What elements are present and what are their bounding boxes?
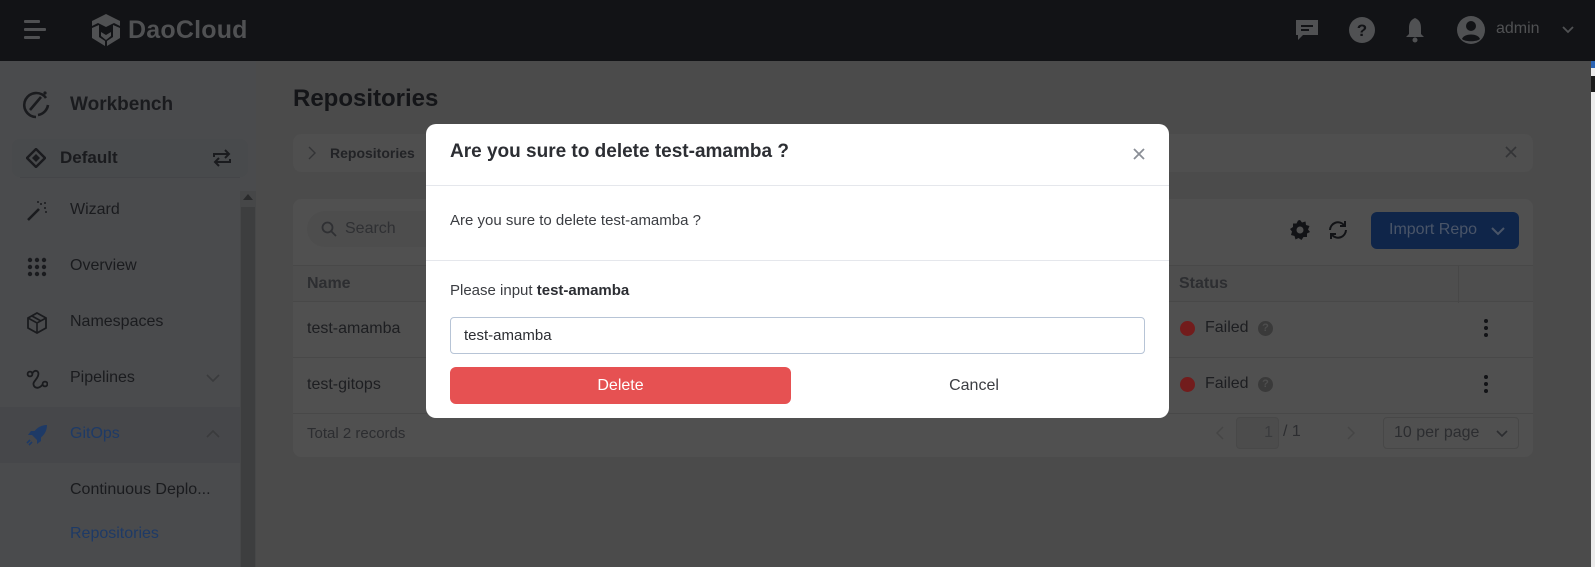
close-icon[interactable] xyxy=(1503,144,1519,160)
sidebar-subitem-repositories[interactable]: Repositories xyxy=(0,512,240,556)
chevron-down-icon xyxy=(206,374,220,383)
help-icon[interactable]: ? xyxy=(1258,321,1273,336)
sidebar-item-label: Repositories xyxy=(70,525,159,542)
module-header: Workbench xyxy=(20,89,173,121)
rocket-icon xyxy=(26,425,47,446)
user-name[interactable]: admin xyxy=(1496,20,1540,38)
workspace-name: Default xyxy=(60,148,118,167)
gear-icon[interactable] xyxy=(1289,219,1311,241)
chevron-right-icon[interactable] xyxy=(307,146,317,160)
sidebar-item-overview[interactable]: Overview xyxy=(0,239,240,295)
page-size-select[interactable]: 10 per page xyxy=(1383,417,1519,449)
workspace-icon xyxy=(26,148,46,168)
message-icon[interactable] xyxy=(1293,16,1321,44)
pipeline-icon xyxy=(26,369,48,389)
page-number-input[interactable]: 1 xyxy=(1236,417,1279,449)
switch-icon[interactable] xyxy=(212,149,232,167)
confirm-name-input[interactable] xyxy=(450,317,1145,354)
search-icon xyxy=(321,221,337,237)
column-header-name[interactable]: Name xyxy=(307,275,351,293)
confirm-prompt: Please input test-amamba xyxy=(450,282,629,299)
dialog-title: Are you sure to delete test-amamba ? xyxy=(450,141,789,162)
brand-name: DaoCloud xyxy=(128,15,248,44)
menu-icon[interactable] xyxy=(24,20,48,40)
prompt-target-name: test-amamba xyxy=(536,282,630,299)
divider xyxy=(20,177,240,178)
sidebar-item-wizard[interactable]: Wizard xyxy=(0,183,240,239)
workbench-icon xyxy=(23,91,50,119)
brand-logo[interactable]: DaoCloud xyxy=(90,13,248,47)
workspace-switcher[interactable]: Default xyxy=(12,139,248,177)
status-text: Failed xyxy=(1205,319,1249,336)
page-size-label: 10 per page xyxy=(1394,424,1480,441)
page-title: Repositories xyxy=(293,85,439,112)
sidebar-item-label: Continuous Deplo... xyxy=(70,481,211,498)
cancel-button[interactable]: Cancel xyxy=(803,367,1145,404)
chevron-up-icon xyxy=(206,429,220,438)
search-placeholder: Search xyxy=(345,220,396,237)
dialog-message: Are you sure to delete test-amamba ? xyxy=(450,212,701,229)
page-total: / 1 xyxy=(1283,423,1301,440)
sidebar-item-label: Pipelines xyxy=(70,369,135,386)
window-edge-mark xyxy=(1591,76,1595,92)
sidebar-item-label: Namespaces xyxy=(70,313,164,330)
sidebar-item-label: Wizard xyxy=(70,201,120,218)
bell-icon[interactable] xyxy=(1401,16,1429,44)
more-actions-icon[interactable] xyxy=(1483,375,1489,395)
window-edge xyxy=(1591,68,1595,567)
cube-icon xyxy=(27,312,47,334)
sidebar-item-namespaces[interactable]: Namespaces xyxy=(0,295,240,351)
status-failed-dot xyxy=(1180,377,1195,392)
chevron-right-icon[interactable] xyxy=(1346,426,1356,440)
help-icon[interactable]: ? xyxy=(1258,377,1273,392)
sidebar-subitem-continuous-deploy[interactable]: Continuous Deplo... xyxy=(0,468,240,512)
daocloud-logo-icon xyxy=(92,14,120,46)
status-text: Failed xyxy=(1205,375,1249,392)
total-records: Total 2 records xyxy=(307,425,406,442)
window-edge-accent xyxy=(1591,61,1595,68)
sidebar-item-label: GitOps xyxy=(70,425,120,442)
grid-dots-icon xyxy=(27,257,47,277)
refresh-icon[interactable] xyxy=(1327,219,1349,241)
sidebar-item-gitops[interactable]: GitOps xyxy=(0,407,240,463)
chevron-down-icon[interactable] xyxy=(1562,26,1574,34)
chevron-down-icon xyxy=(1491,227,1505,236)
scrollbar-thumb[interactable] xyxy=(241,207,255,567)
breadcrumb-item[interactable]: Repositories xyxy=(330,145,415,161)
help-icon[interactable]: ? xyxy=(1348,16,1376,44)
prompt-prefix: Please input xyxy=(450,282,537,299)
close-icon[interactable] xyxy=(1131,146,1147,162)
chevron-down-icon xyxy=(1496,430,1508,438)
delete-button[interactable]: Delete xyxy=(450,367,791,404)
divider xyxy=(426,260,1169,261)
repo-name[interactable]: test-gitops xyxy=(307,376,381,394)
sidebar: Workbench Default Wizard Overview Namesp… xyxy=(0,61,256,567)
import-repo-label: Import Repo xyxy=(1389,221,1478,238)
top-header: DaoCloud ? admin xyxy=(0,0,1595,61)
import-repo-button[interactable]: Import Repo xyxy=(1371,212,1519,249)
repo-name[interactable]: test-amamba xyxy=(307,320,400,338)
column-header-status[interactable]: Status xyxy=(1179,275,1228,293)
module-title: Workbench xyxy=(70,94,174,115)
user-avatar-icon[interactable] xyxy=(1456,15,1486,45)
status-failed-dot xyxy=(1180,321,1195,336)
magic-wand-icon xyxy=(27,201,47,221)
scroll-up-arrow-icon[interactable] xyxy=(243,194,253,200)
svg-text:?: ? xyxy=(1357,21,1367,40)
sidebar-item-pipelines[interactable]: Pipelines xyxy=(0,351,240,407)
divider xyxy=(426,185,1169,186)
column-divider xyxy=(1458,266,1459,303)
more-actions-icon[interactable] xyxy=(1483,319,1489,339)
chevron-left-icon[interactable] xyxy=(1215,426,1225,440)
sidebar-item-label: Overview xyxy=(70,257,137,274)
delete-confirm-dialog: Are you sure to delete test-amamba ? Are… xyxy=(426,124,1169,418)
